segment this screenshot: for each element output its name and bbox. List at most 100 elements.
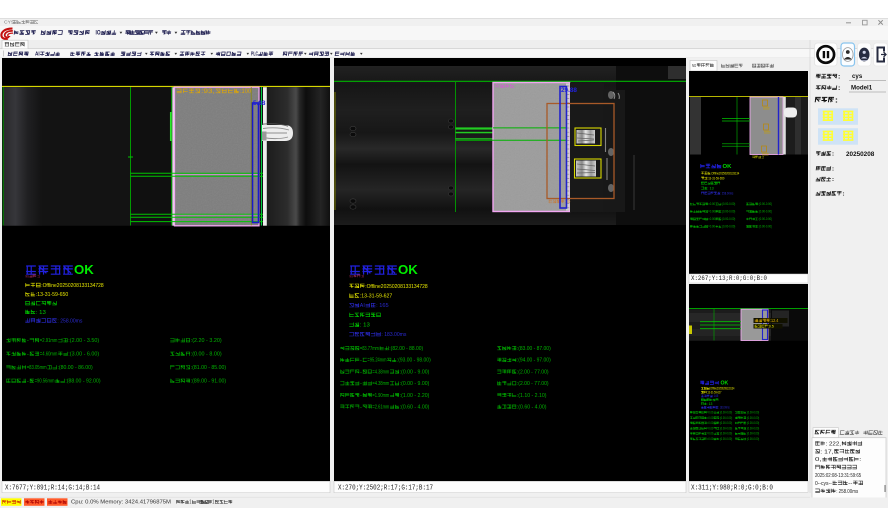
svg-text:-: - — [27, 338, 29, 344]
svg-text:=2.91mm: =2.91mm — [40, 338, 58, 344]
svg-text::(0.00-0.00): :(0.00-0.00) — [719, 426, 732, 430]
svg-text::(0.00-0.00): :(0.00-0.00) — [746, 437, 759, 441]
svg-text:AI: AI — [360, 303, 365, 309]
svg-text:0--cys--: 0--cys-- — [815, 481, 832, 487]
svg-text::: : — [835, 95, 838, 104]
svg-text::(0.00-0.00): :(0.00-0.00) — [746, 416, 759, 420]
svg-text:=83.77mm: =83.77mm — [360, 346, 379, 352]
svg-text:: 13: : 13 — [360, 323, 371, 329]
svg-text:2025:02:08-13:31:59:65: 2025:02:08-13:31:59:65 — [815, 473, 862, 479]
svg-text:=0.00: =0.00 — [708, 225, 715, 229]
svg-text::2: :2 — [761, 155, 764, 159]
svg-text:-: - — [360, 381, 362, 387]
svg-text:Cpu: 0.0% Memory: 3424.4179687: Cpu: 0.0% Memory: 3424.41796875M — [71, 500, 171, 506]
svg-text:=4.38mm: =4.38mm — [372, 369, 389, 375]
svg-text:=90.56mm: =90.56mm — [35, 379, 55, 385]
svg-text:X:7677;Y:891;R:14;G:14;B:14: X:7677;Y:891;R:14;G:14;B:14 — [5, 484, 100, 492]
svg-text:=4.60mm: =4.60mm — [40, 352, 58, 358]
svg-text:=0.00: =0.00 — [707, 416, 714, 420]
svg-text:=1.90mm: =1.90mm — [372, 393, 389, 399]
svg-text:OK: OK — [74, 262, 94, 277]
svg-text::(0.00-0.00): :(0.00-0.00) — [746, 426, 759, 430]
svg-text:1: 1 — [212, 500, 214, 506]
svg-text:NG: NG — [26, 273, 29, 278]
svg-text::: : — [838, 85, 841, 92]
svg-text:=2.61mm: =2.61mm — [372, 405, 389, 411]
svg-text::: : — [832, 152, 835, 158]
svg-text::(0.00-0.00): :(0.00-0.00) — [719, 421, 732, 425]
svg-text::(94.00 - 97.00): :(94.00 - 97.00) — [517, 358, 551, 364]
svg-text:AI: AI — [35, 52, 40, 58]
svg-text::(82.00 - 88.00): :(82.00 - 88.00) — [389, 346, 423, 352]
svg-text:IO: IO — [96, 31, 101, 37]
svg-text::: : — [838, 73, 841, 80]
svg-text:=0.00: =0.00 — [707, 432, 714, 436]
svg-text:: 258.00ms: : 258.00ms — [836, 489, 858, 495]
svg-text:=0.00: =0.00 — [707, 410, 714, 414]
svg-text::(0.00-0.00): :(0.00-0.00) — [746, 421, 759, 425]
svg-text:X:270;Y:2502;R:17;G:17;B:17: X:270;Y:2502;R:17;G:17;B:17 — [338, 484, 433, 492]
svg-text:cys: cys — [852, 73, 863, 80]
svg-text:-: - — [27, 352, 29, 358]
svg-text:: 258.00ms: : 258.00ms — [720, 191, 733, 195]
svg-text::(80.00 - 86.00): :(80.00 - 86.00) — [57, 365, 92, 371]
svg-text::(0.00-0.00): :(0.00-0.00) — [719, 410, 732, 414]
svg-text:: 13: : 13 — [707, 186, 713, 190]
svg-text::(0.00-0.00): :(0.00-0.00) — [758, 202, 772, 206]
svg-text:: 165: : 165 — [713, 394, 719, 398]
svg-text:=0.00: =0.00 — [707, 426, 714, 430]
svg-text::12.4: :12.4 — [770, 318, 779, 323]
svg-text::93,: :93, — [201, 88, 215, 95]
svg-text:Model1: Model1 — [851, 85, 873, 92]
svg-text::(89.00 - 91.00): :(89.00 - 91.00) — [191, 379, 226, 385]
svg-text::(0.00 - 9.00): :(0.00 - 9.00) — [400, 369, 430, 375]
svg-text:PLC: PLC — [251, 52, 258, 58]
svg-text:-: - — [360, 369, 362, 375]
svg-text:=95.24mm: =95.24mm — [367, 358, 386, 364]
svg-text:0,: 0, — [815, 457, 822, 463]
svg-text:-: - — [360, 405, 362, 411]
svg-text:: 17,: : 17, — [820, 449, 834, 455]
svg-text:=0.00: =0.00 — [707, 421, 714, 425]
svg-text::(0.00-0.00): :(0.00-0.00) — [758, 210, 772, 214]
svg-text::13-31-59-627: :13-31-59-627 — [360, 294, 393, 300]
svg-text:-: - — [27, 379, 29, 385]
svg-text:1: 1 — [189, 500, 191, 506]
svg-text::(0.00-0.00): :(0.00-0.00) — [758, 217, 772, 221]
svg-text:: 183.00ms: : 183.00ms — [381, 332, 406, 338]
svg-text::13-31-59-650: :13-31-59-650 — [707, 176, 724, 180]
svg-text::Offline20250208133134728: :Offline20250208133134728 — [41, 283, 104, 289]
svg-text::(88.00 - 92.00): :(88.00 - 92.00) — [65, 379, 100, 385]
svg-text:: 13: : 13 — [707, 402, 713, 406]
svg-text:29.88: 29.88 — [561, 87, 577, 94]
svg-text:: 183.00ms: : 183.00ms — [718, 406, 729, 410]
svg-text::0.5: :0.5 — [768, 324, 774, 329]
svg-text::13-31-59-650: :13-31-59-650 — [36, 292, 69, 298]
svg-text::(93.00 - 98.00): :(93.00 - 98.00) — [397, 358, 431, 364]
svg-text::(0.00-0.00): :(0.00-0.00) — [721, 210, 735, 214]
svg-text::(2.00 - 77.00): :(2.00 - 77.00) — [517, 369, 549, 375]
svg-text::(0.00-0.00): :(0.00-0.00) — [721, 217, 735, 221]
svg-text:OK: OK — [721, 380, 729, 386]
svg-text:NG: NG — [692, 63, 696, 69]
svg-text::(83.00 - 87.00): :(83.00 - 87.00) — [517, 346, 551, 352]
svg-text:20250208: 20250208 — [846, 151, 875, 158]
svg-text::(2.00 - 3.50): :(2.00 - 3.50) — [68, 338, 99, 344]
svg-text::(0.00-0.00): :(0.00-0.00) — [746, 410, 759, 414]
svg-text:: 258.00ms: : 258.00ms — [57, 319, 82, 325]
svg-text::(0.00-0.00): :(0.00-0.00) — [746, 432, 759, 436]
svg-text::(0.00-0.00): :(0.00-0.00) — [721, 225, 735, 229]
svg-text:=83.05mm: =83.05mm — [27, 365, 47, 371]
svg-text::(0.00-0.00): :(0.00-0.00) — [719, 432, 732, 436]
svg-text:=4.38mm: =4.38mm — [372, 381, 389, 387]
svg-text:X:311;Y:980;R:0;G:0;B:0: X:311;Y:980;R:0;G:0;B:0 — [691, 484, 773, 492]
svg-text:X:267;Y:13;R:0;G:0;B:0: X:267;Y:13;R:0;G:0;B:0 — [691, 274, 767, 282]
svg-text::(0.00-0.00): :(0.00-0.00) — [758, 225, 772, 229]
svg-text::(0.60 - 4.00): :(0.60 - 4.00) — [517, 405, 547, 411]
svg-text::(81.00 - 85.00): :(81.00 - 85.00) — [191, 365, 226, 371]
svg-text:--: -- — [848, 481, 852, 487]
svg-text::(0.00-0.00): :(0.00-0.00) — [719, 416, 732, 420]
svg-text::(3.00 - 6.00): :(3.00 - 6.00) — [68, 352, 99, 358]
svg-text::(2.00 - 77.00): :(2.00 - 77.00) — [517, 381, 549, 387]
svg-text:=0.00: =0.00 — [708, 210, 715, 214]
